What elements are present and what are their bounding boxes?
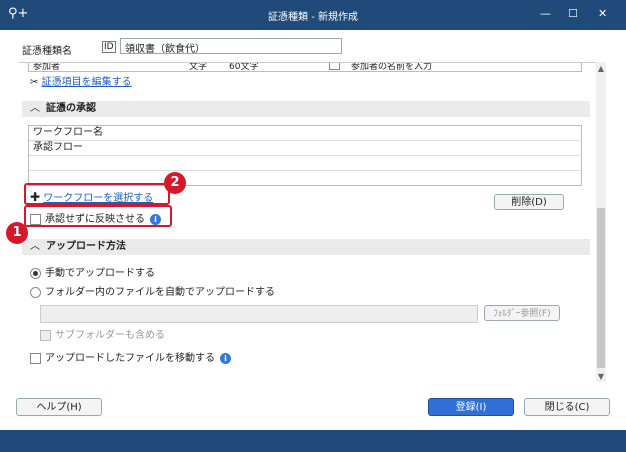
delete-button[interactable]: 削除(D): [494, 194, 564, 210]
items-table-row: 参加者 文字 60文字 参加者の名前を入力: [28, 62, 582, 72]
callout-badge-2: 2: [164, 172, 186, 194]
table-row[interactable]: 承認フロー: [29, 141, 581, 156]
id-card-icon: ID: [102, 41, 116, 53]
minimize-icon[interactable]: —: [540, 7, 551, 20]
folder-browse-button: ﾌｫﾙﾀﾞｰ参照(F): [484, 305, 560, 321]
table-header: ワークフロー名: [29, 126, 581, 141]
window-title: 証憑種類 - 新規作成: [268, 12, 358, 23]
subfolder-label: サブフォルダーも含める: [55, 330, 165, 341]
title-bar: ⚲+ 証憑種類 - 新規作成 — ☐ ✕: [0, 0, 626, 30]
scroll-up-icon[interactable]: ▲: [596, 64, 606, 73]
table-row-empty: [29, 156, 581, 171]
subfolder-option: サブフォルダーも含める: [40, 326, 165, 341]
subfolder-checkbox: [40, 329, 51, 341]
manual-radio[interactable]: [30, 267, 41, 279]
vertical-scrollbar[interactable]: ▲ ▼: [596, 62, 606, 382]
auto-radio[interactable]: [30, 286, 41, 298]
chevron-up-icon: ︿: [30, 103, 40, 114]
info-icon[interactable]: i: [220, 352, 231, 364]
prev-col4: 参加者の名前を入力: [351, 62, 433, 72]
tools-icon: ✂: [30, 77, 39, 88]
workflow-table: ワークフロー名 承認フロー: [28, 125, 582, 186]
maximize-icon[interactable]: ☐: [568, 7, 578, 20]
edit-items-row: ✂ 証憑項目を編集する: [30, 73, 132, 88]
prev-col3: 60文字: [229, 62, 259, 72]
edit-items-link[interactable]: 証憑項目を編集する: [42, 77, 132, 88]
manual-upload-option[interactable]: 手動でアップロードする: [30, 264, 155, 279]
auto-upload-option[interactable]: フォルダー内のファイルを自動でアップロードする: [30, 283, 275, 298]
callout-badge-1: 1: [6, 222, 28, 244]
highlight-select-workflow: [24, 183, 170, 205]
folder-path-input: [40, 305, 478, 323]
name-input[interactable]: 領収書（飲食代）: [120, 38, 342, 55]
upload-section-title: アップロード方法: [46, 241, 126, 252]
manual-label: 手動でアップロードする: [45, 268, 155, 279]
register-button[interactable]: 登録(I): [428, 398, 514, 416]
prev-col2: 文字: [189, 62, 208, 72]
move-files-label: アップロードしたファイルを移動する: [45, 353, 215, 364]
close-icon[interactable]: ✕: [598, 7, 607, 20]
approval-section-title: 証憑の承認: [46, 103, 96, 114]
highlight-skip-approval: [24, 205, 172, 227]
approval-section-header[interactable]: ︿ 証憑の承認: [22, 101, 590, 117]
name-label: 証憑種類名: [22, 46, 72, 57]
move-files-checkbox[interactable]: [30, 352, 41, 364]
help-button[interactable]: ヘルプ(H): [16, 398, 102, 416]
auto-label: フォルダー内のファイルを自動でアップロードする: [45, 287, 275, 298]
upload-section-header[interactable]: ︿ アップロード方法: [22, 239, 590, 255]
prev-col1: 参加者: [33, 62, 61, 72]
scroll-thumb[interactable]: [597, 208, 605, 368]
prev-checkbox[interactable]: [329, 63, 344, 70]
bottom-bar: [0, 430, 626, 452]
close-button[interactable]: 閉じる(C): [524, 398, 610, 416]
scroll-down-icon[interactable]: ▼: [596, 372, 606, 381]
chevron-up-icon: ︿: [30, 241, 40, 252]
move-files-option[interactable]: アップロードしたファイルを移動する i: [30, 349, 231, 364]
